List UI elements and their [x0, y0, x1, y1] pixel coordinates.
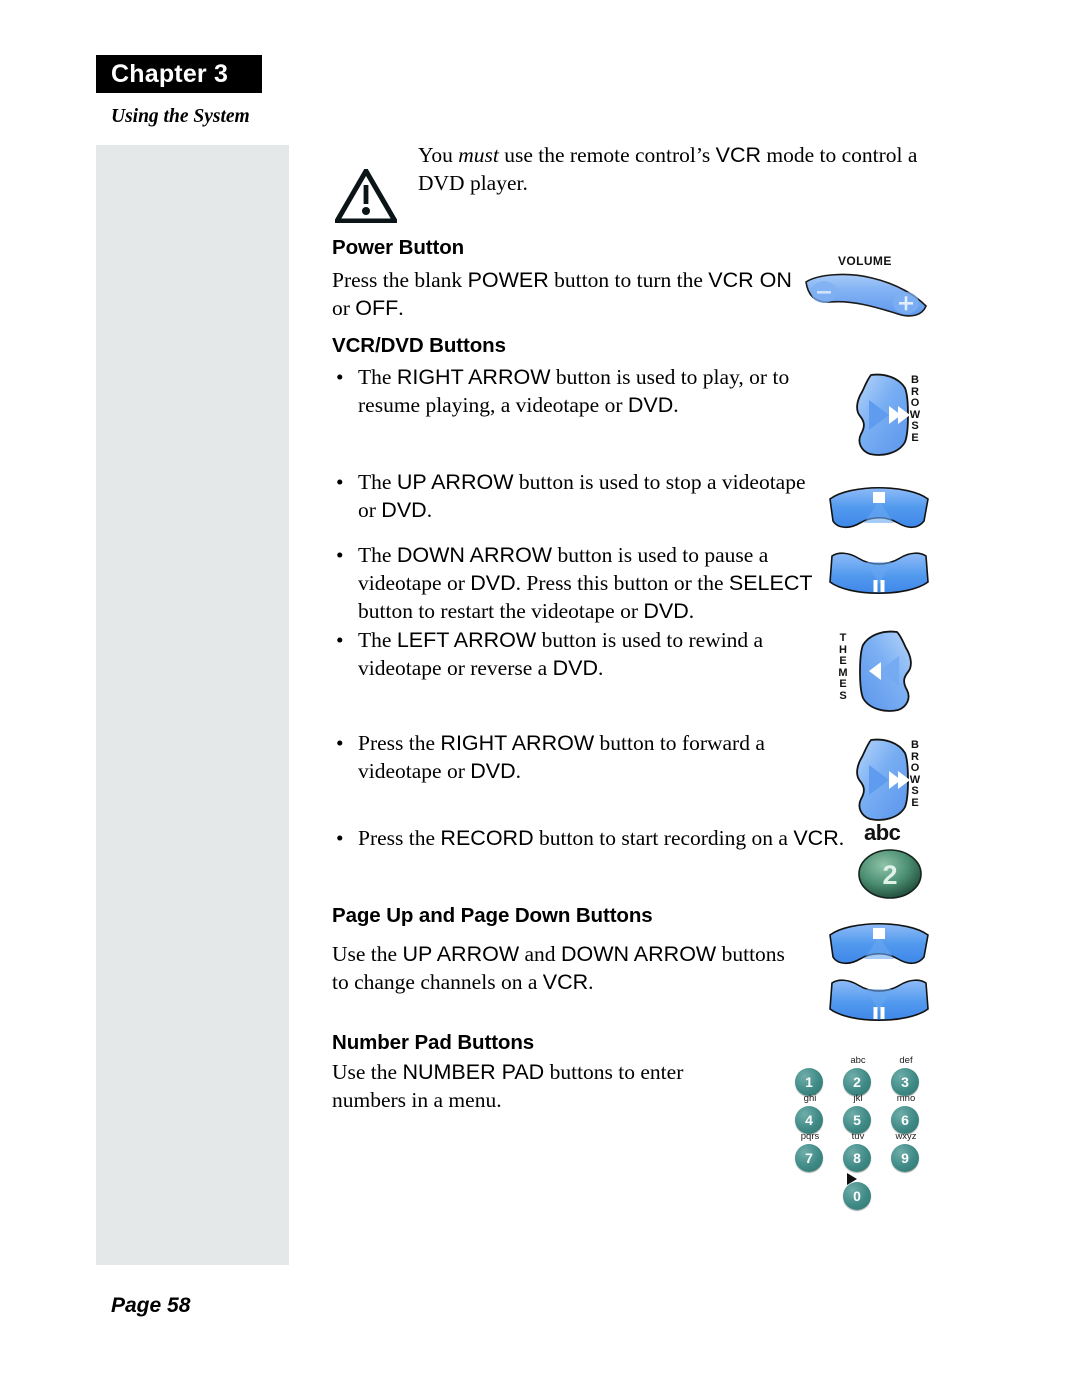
- np-body-number-pad: NUMBER PAD: [402, 1060, 545, 1084]
- chapter-subtitle: Using the System: [111, 106, 250, 127]
- bullet-text: The RIGHT ARROW button is used to play, …: [358, 365, 790, 417]
- numpad-letters-6: mno: [896, 1093, 916, 1104]
- bullet-marker: •: [336, 628, 344, 652]
- record-button[interactable]: 2: [857, 848, 923, 900]
- bullet-marker: •: [336, 826, 344, 850]
- warning-text: You must use the remote control’s VCR mo…: [418, 141, 930, 197]
- heading-page-up-down-buttons: Page Up and Page Down Buttons: [332, 904, 653, 927]
- warning-triangle-icon: [332, 166, 400, 224]
- browse-2-char-0: B: [911, 739, 919, 751]
- browse-button-2[interactable]: [855, 737, 911, 823]
- heading-vcr-dvd-buttons: VCR/DVD Buttons: [332, 334, 506, 357]
- power-body-3: or: [332, 296, 356, 320]
- bullet-text: Press the RIGHT ARROW button to forward …: [358, 731, 765, 783]
- themes-char-5: S: [839, 689, 847, 702]
- power-body-1: Press the blank: [332, 268, 468, 292]
- numpad-digit-9[interactable]: 9: [891, 1144, 919, 1172]
- numpad-letters-2: abc: [850, 1055, 866, 1066]
- svg-text:2: 2: [882, 860, 897, 890]
- list-item: • Press the RECORD button to start recor…: [332, 824, 852, 852]
- stop-button-2[interactable]: [824, 919, 934, 969]
- numpad-digit-4[interactable]: 4: [795, 1106, 823, 1134]
- bullet-text: Press the RECORD button to start recordi…: [358, 826, 845, 850]
- browse-button-2-label: B R O W S E: [908, 739, 922, 809]
- numpad-digit-7[interactable]: 7: [795, 1144, 823, 1172]
- volume-rocker-button[interactable]: [800, 272, 930, 320]
- warning-text-vcr: VCR: [715, 143, 762, 167]
- pud-body-1: Use the: [332, 942, 403, 966]
- power-body-4: .: [398, 296, 404, 320]
- themes-button[interactable]: [857, 630, 913, 714]
- bullet-text: The UP ARROW button is used to stop a vi…: [358, 470, 806, 522]
- chapter-tab-label: Chapter 3: [111, 59, 229, 88]
- browse-2-char-4: S: [911, 785, 919, 797]
- numpad-letters-3: def: [899, 1055, 913, 1066]
- themes-char-4: E: [839, 678, 847, 690]
- browse-1-char-5: E: [911, 431, 919, 444]
- bullet-marker: •: [336, 543, 344, 567]
- np-body-1: Use the: [332, 1060, 403, 1084]
- numpad-letters-4: ghi: [803, 1093, 817, 1104]
- numpad-digit-6[interactable]: 6: [891, 1106, 919, 1134]
- list-item: • The UP ARROW button is used to stop a …: [332, 468, 822, 524]
- list-item: • The LEFT ARROW button is used to rewin…: [332, 626, 827, 682]
- browse-1-char-2: O: [910, 397, 920, 409]
- numpad-digit-0[interactable]: 0: [843, 1182, 871, 1210]
- numpad-digit-8[interactable]: 8: [843, 1144, 871, 1172]
- list-item: • The RIGHT ARROW button is used to play…: [332, 363, 832, 419]
- browse-1-char-4: S: [911, 420, 919, 432]
- warning-text-italic: must: [458, 143, 499, 167]
- pause-button-2[interactable]: [824, 977, 934, 1027]
- record-button-letters: abc: [864, 820, 901, 845]
- page-footer: Page 58: [111, 1294, 191, 1317]
- power-body-off: OFF: [355, 296, 399, 320]
- page-up-down-body: Use the UP ARROW and DOWN ARROW buttons …: [332, 940, 802, 996]
- bullet-marker: •: [336, 470, 344, 494]
- browse-button-1[interactable]: [855, 372, 911, 458]
- numpad-letters-9: wxyz: [895, 1131, 917, 1142]
- numpad-digit-3[interactable]: 3: [891, 1068, 919, 1096]
- pud-body-2: and: [519, 942, 561, 966]
- browse-2-char-2: O: [910, 762, 920, 774]
- bullet-text: The LEFT ARROW button is used to rewind …: [358, 628, 764, 680]
- chapter-tab: Chapter 3: [96, 55, 262, 93]
- warning-text-part2: use the remote control’s: [498, 143, 716, 167]
- number-pad: 1 abc 2 def 3 ghi 4 jkl 5 mno 6 pqrs 7 t…: [795, 1055, 935, 1210]
- warning-text-part1: You: [418, 143, 459, 167]
- stop-button-1[interactable]: [824, 483, 934, 533]
- pud-body-down-arrow: DOWN ARROW: [560, 942, 717, 966]
- numpad-digit-2[interactable]: 2: [843, 1068, 871, 1096]
- list-item: • Press the RIGHT ARROW button to forwar…: [332, 729, 842, 785]
- numpad-digit-1[interactable]: 1: [795, 1068, 823, 1096]
- numpad-digit-5[interactable]: 5: [843, 1106, 871, 1134]
- power-body-2: button to turn the: [548, 268, 709, 292]
- numpad-letters-5: jkl: [853, 1093, 863, 1104]
- browse-1-char-0: B: [911, 374, 919, 386]
- bullet-text: The DOWN ARROW button is used to pause a…: [358, 543, 813, 623]
- list-item: • The DOWN ARROW button is used to pause…: [332, 541, 832, 625]
- volume-button-label: VOLUME: [838, 254, 892, 268]
- numpad-letters-8: tuv: [851, 1131, 865, 1142]
- pud-body-up-arrow: UP ARROW: [402, 942, 520, 966]
- numpad-letters-7: pqrs: [800, 1131, 820, 1142]
- bullet-marker: •: [336, 731, 344, 755]
- themes-char-0: T: [839, 632, 847, 644]
- browse-button-1-label: B R O W S E: [908, 374, 922, 444]
- bullet-marker: •: [336, 365, 344, 389]
- browse-2-char-5: E: [911, 796, 919, 809]
- number-pad-body: Use the NUMBER PAD buttons to enter numb…: [332, 1058, 762, 1114]
- power-button-body: Press the blank POWER button to turn the…: [332, 266, 802, 322]
- power-body-vcr-on: VCR ON: [708, 268, 792, 292]
- pud-body-4: .: [588, 970, 594, 994]
- pause-button-1[interactable]: [824, 550, 934, 600]
- power-body-power: POWER: [467, 268, 549, 292]
- themes-button-label: T H E M E S: [836, 632, 850, 702]
- heading-power-button: Power Button: [332, 236, 465, 259]
- themes-char-2: E: [839, 655, 847, 667]
- sidebar-gray-block: [96, 145, 289, 1265]
- pud-body-vcr: VCR: [542, 970, 589, 994]
- heading-number-pad-buttons: Number Pad Buttons: [332, 1031, 535, 1054]
